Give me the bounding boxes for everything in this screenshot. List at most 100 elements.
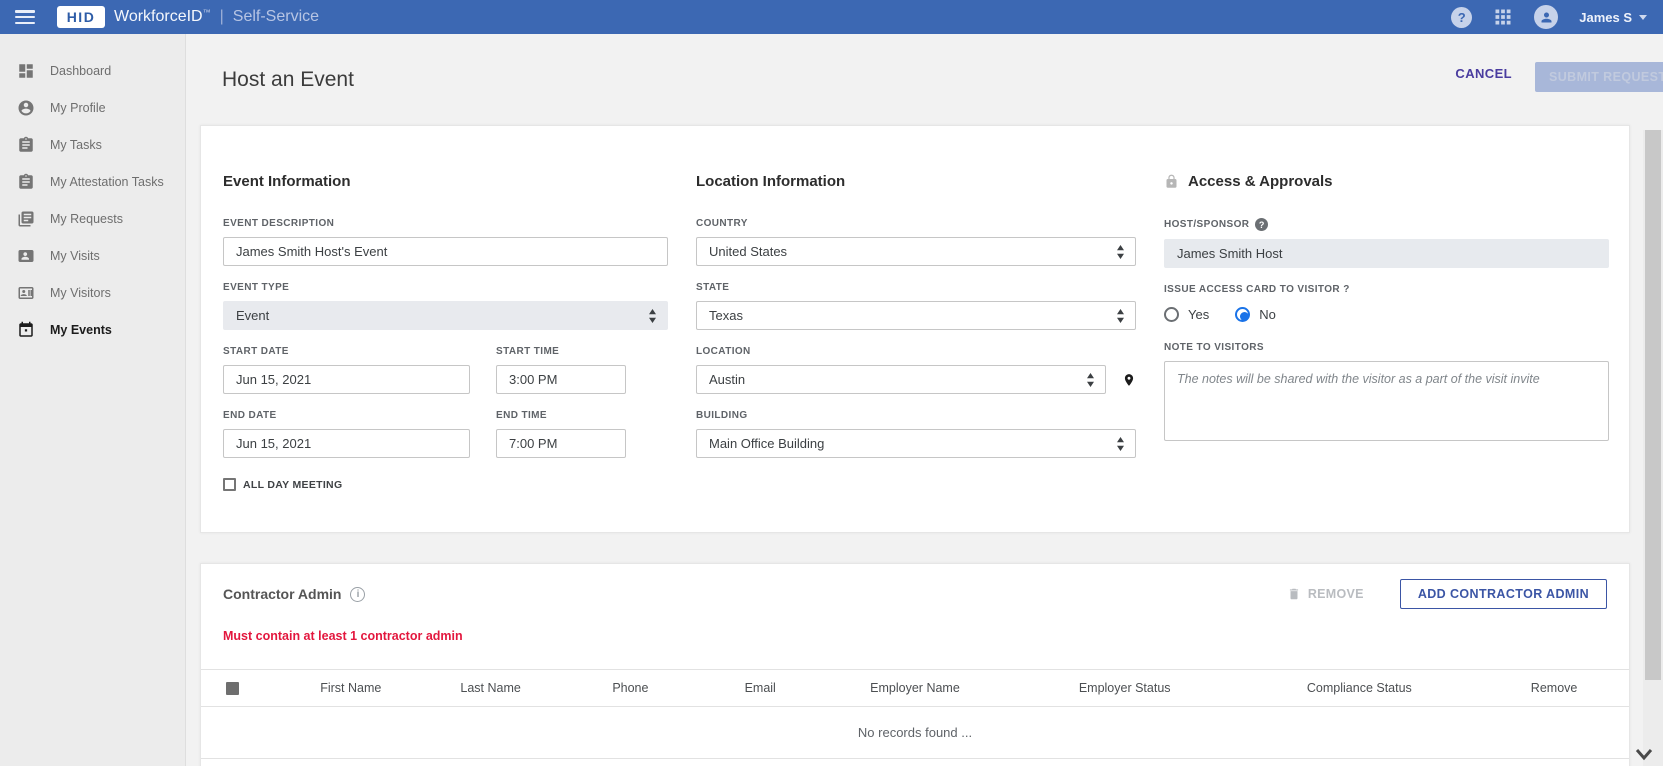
event-type-select[interactable]: Event	[223, 301, 668, 330]
event-form-card: Event Information EVENT DESCRIPTION EVEN…	[200, 125, 1630, 533]
unfold-arrows-icon	[1087, 372, 1094, 387]
host-sponsor-label: HOST/SPONSOR	[1164, 219, 1250, 230]
start-time-input[interactable]	[496, 365, 626, 394]
start-time-label: START TIME	[496, 346, 560, 357]
location-label: LOCATION	[696, 346, 751, 357]
location-select[interactable]: Austin	[696, 365, 1106, 394]
product-name: WorkforceID	[114, 8, 203, 25]
radio-selected-icon	[1235, 307, 1251, 322]
hid-logo: HID	[57, 6, 105, 28]
contractor-admin-heading: Contractor Admin	[223, 586, 342, 602]
column-header-phone: Phone	[612, 681, 649, 695]
sidebar-item-my-requests[interactable]: My Requests	[0, 200, 185, 237]
user-name: James S	[1579, 9, 1632, 25]
all-day-meeting-checkbox[interactable]: ALL DAY MEETING	[223, 478, 668, 491]
building-label: BUILDING	[696, 410, 748, 421]
empty-table-message: No records found ...	[201, 707, 1629, 759]
access-approvals-column: Access & Approvals HOST/SPONSOR ? ISSUE …	[1164, 173, 1609, 532]
event-information-column: Event Information EVENT DESCRIPTION EVEN…	[223, 173, 668, 532]
submit-request-button[interactable]: SUBMIT REQUEST	[1535, 62, 1663, 92]
contact-card-icon	[18, 249, 34, 262]
help-icon[interactable]: ?	[1451, 6, 1473, 28]
event-information-heading: Event Information	[223, 173, 351, 190]
host-sponsor-input[interactable]	[1164, 239, 1609, 268]
issue-card-no-radio[interactable]: No	[1235, 307, 1276, 322]
sidebar-item-my-visits[interactable]: My Visits	[0, 237, 185, 274]
column-header-email: Email	[744, 681, 776, 695]
user-avatar-icon[interactable]	[1534, 5, 1559, 29]
scrollbar-thumb[interactable]	[1645, 130, 1661, 680]
sidebar-item-my-profile[interactable]: My Profile	[0, 89, 185, 126]
unfold-arrows-icon	[1117, 308, 1124, 323]
remove-button[interactable]: REMOVE	[1281, 586, 1370, 602]
page-header: Host an Event	[200, 34, 1630, 125]
vertical-scrollbar[interactable]	[1643, 130, 1663, 766]
event-description-input[interactable]	[223, 237, 668, 266]
sidebar-item-my-tasks[interactable]: My Tasks	[0, 126, 185, 163]
title-separator: |	[219, 8, 224, 25]
documents-icon	[18, 211, 34, 226]
host-sponsor-help-icon[interactable]: ?	[1255, 218, 1269, 231]
column-header-first-name: First Name	[320, 681, 382, 695]
building-select[interactable]: Main Office Building	[696, 429, 1136, 458]
dashboard-icon	[19, 63, 33, 78]
column-header-compliance-status: Compliance Status	[1306, 681, 1412, 695]
top-app-bar: HID WorkforceID ™ | Self-Service ? James …	[0, 0, 1663, 34]
event-description-label: EVENT DESCRIPTION	[223, 218, 335, 229]
radio-unselected-icon	[1164, 307, 1179, 322]
main-content: Host an Event CANCEL SUBMIT REQUEST Even…	[186, 34, 1663, 766]
start-date-label: START DATE	[223, 346, 289, 357]
country-label: COUNTRY	[696, 218, 748, 229]
issue-access-card-label: ISSUE ACCESS CARD TO VISITOR ?	[1164, 284, 1350, 295]
end-time-label: END TIME	[496, 410, 547, 421]
add-contractor-admin-button[interactable]: ADD CONTRACTOR ADMIN	[1399, 579, 1607, 609]
contractor-admin-card: Contractor Admin i REMOVE ADD CONTRACTOR…	[200, 563, 1630, 766]
app-subtitle: Self-Service	[232, 8, 320, 25]
checkbox-icon	[223, 478, 236, 491]
end-time-input[interactable]	[496, 429, 626, 458]
info-icon[interactable]: i	[350, 586, 366, 602]
app-title: WorkforceID ™ | Self-Service	[114, 8, 319, 26]
map-pin-icon[interactable]	[1122, 369, 1136, 391]
scroll-down-chevron-icon[interactable]	[1634, 747, 1654, 761]
end-date-label: END DATE	[223, 410, 277, 421]
location-information-heading: Location Information	[696, 173, 846, 190]
unfold-arrows-icon	[1117, 244, 1124, 259]
lock-icon	[1166, 174, 1177, 188]
contractor-admin-table: First Name Last Name Phone Email Employe…	[201, 669, 1629, 759]
cancel-button[interactable]: CANCEL	[1449, 65, 1518, 82]
column-header-last-name: Last Name	[460, 681, 521, 695]
column-header-employer-name: Employer Name	[870, 681, 960, 695]
calendar-icon	[19, 321, 33, 337]
note-to-visitors-textarea[interactable]	[1164, 361, 1609, 441]
end-date-input[interactable]	[223, 429, 470, 458]
state-select[interactable]: Texas	[696, 301, 1136, 330]
table-header-row: First Name Last Name Phone Email Employe…	[201, 669, 1629, 707]
sidebar-item-my-attestation-tasks[interactable]: My Attestation Tasks	[0, 163, 185, 200]
start-date-input[interactable]	[223, 365, 470, 394]
visitor-badge-icon	[18, 286, 34, 299]
sidebar-nav: Dashboard My Profile My Tasks My Attesta…	[0, 34, 186, 766]
apps-grid-icon[interactable]	[1493, 7, 1513, 27]
sidebar-item-my-events[interactable]: My Events	[0, 311, 185, 348]
country-select[interactable]: United States	[696, 237, 1136, 266]
unfold-arrows-icon	[1117, 436, 1124, 451]
sidebar-item-my-visitors[interactable]: My Visitors	[0, 274, 185, 311]
trademark-symbol: ™	[202, 8, 211, 17]
location-information-column: Location Information COUNTRY United Stat…	[696, 173, 1136, 532]
trash-icon	[1289, 588, 1298, 600]
validation-error-message: Must contain at least 1 contractor admin	[223, 629, 463, 643]
page-title: Host an Event	[222, 67, 354, 91]
select-all-checkbox[interactable]	[226, 681, 239, 695]
column-header-remove: Remove	[1530, 681, 1578, 695]
event-type-label: EVENT TYPE	[223, 282, 290, 293]
issue-card-yes-radio[interactable]: Yes	[1164, 307, 1209, 322]
hamburger-menu-icon[interactable]	[15, 10, 35, 24]
clipboard-icon	[19, 136, 33, 152]
sidebar-item-dashboard[interactable]: Dashboard	[0, 52, 185, 89]
unfold-arrows-icon	[649, 308, 656, 323]
access-approvals-heading: Access & Approvals	[1188, 173, 1333, 190]
user-menu[interactable]: James S	[1579, 10, 1647, 25]
clipboard-check-icon	[19, 173, 33, 189]
person-icon	[18, 100, 34, 115]
